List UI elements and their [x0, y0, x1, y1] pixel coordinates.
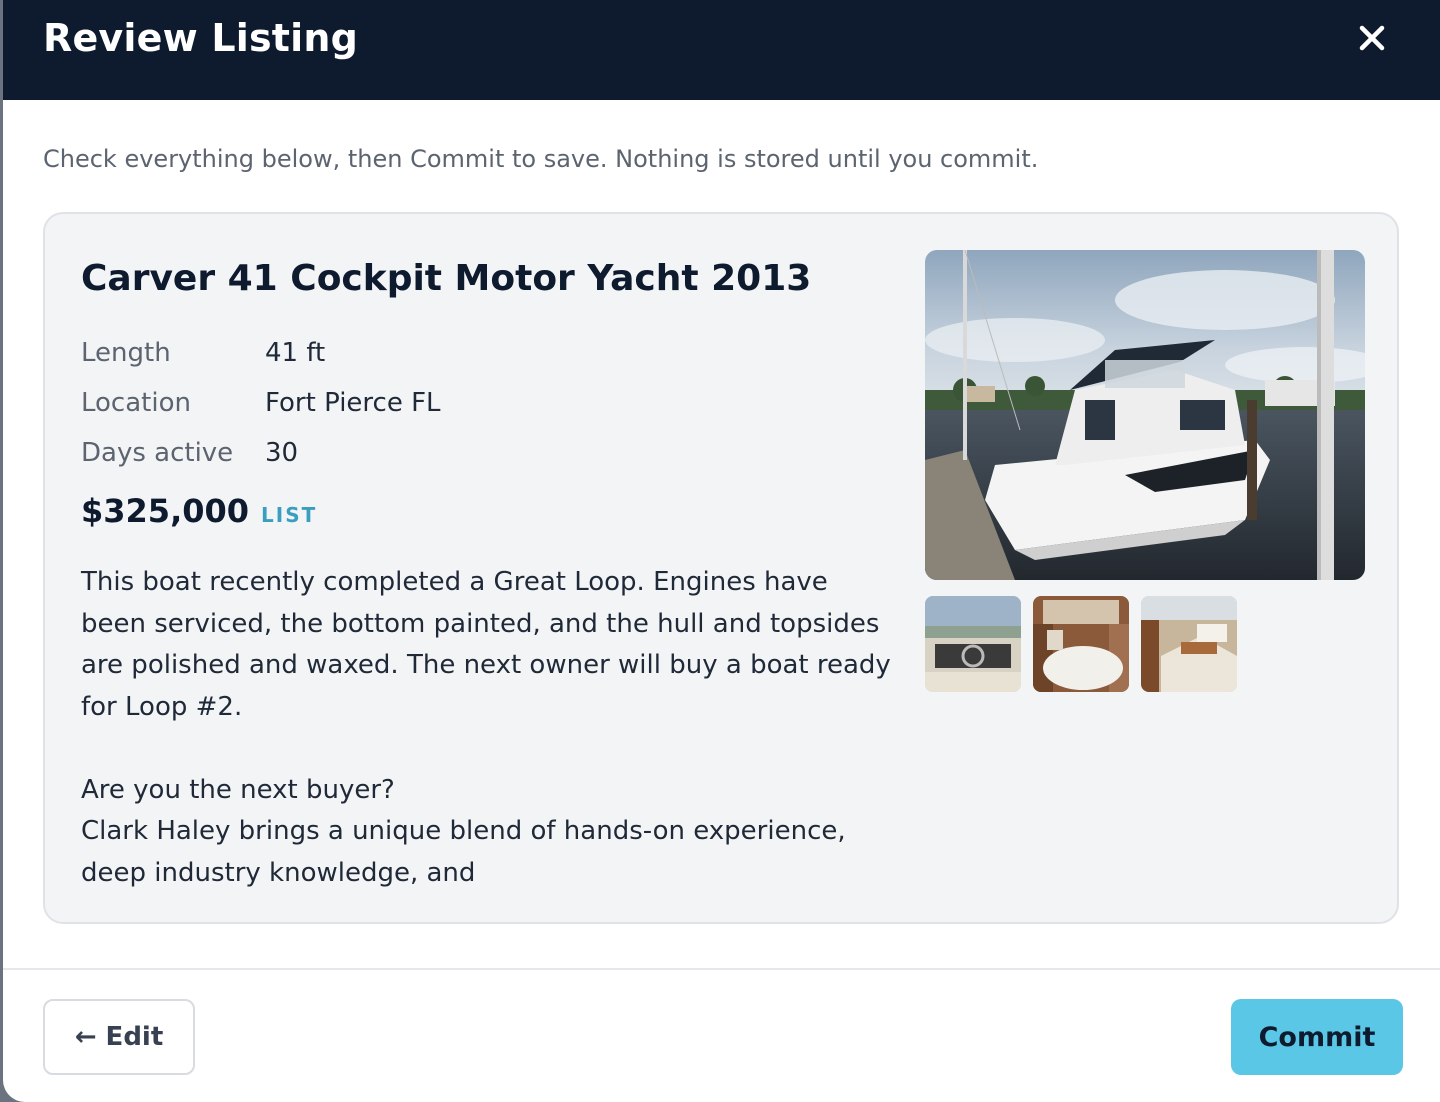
- main-yacht-photo[interactable]: [925, 250, 1365, 580]
- thumbnail-salon[interactable]: [1141, 596, 1237, 692]
- edit-button[interactable]: ← Edit: [43, 999, 195, 1075]
- spec-row-location: Location Fort Pierce FL: [81, 378, 441, 428]
- review-listing-modal: Review Listing Check everything below, t…: [3, 0, 1440, 1102]
- listing-preview-card: Carver 41 Cockpit Motor Yacht 2013 Lengt…: [43, 212, 1399, 924]
- footer-divider: [3, 968, 1440, 970]
- close-icon: [1359, 25, 1385, 51]
- modal-title: Review Listing: [43, 16, 359, 60]
- listing-price: $325,000: [81, 492, 250, 530]
- spec-row-length: Length 41 ft: [81, 328, 441, 378]
- thumbnail-cabin[interactable]: [1033, 596, 1129, 692]
- listing-specs: Length 41 ft Location Fort Pierce FL Day…: [81, 328, 441, 478]
- spec-label: Length: [81, 338, 171, 368]
- intro-text: Check everything below, then Commit to s…: [43, 145, 1039, 173]
- listing-description: This boat recently completed a Great Loo…: [81, 567, 891, 888]
- spec-label: Days active: [81, 438, 234, 468]
- close-button[interactable]: [1352, 18, 1392, 58]
- photo-thumbnails: [925, 596, 1237, 692]
- commit-button[interactable]: Commit: [1231, 999, 1403, 1075]
- listing-title: Carver 41 Cockpit Motor Yacht 2013: [81, 258, 812, 299]
- price-row: $325,000 LIST: [81, 492, 317, 530]
- modal-header: Review Listing: [3, 0, 1440, 100]
- price-type-badge: LIST: [261, 503, 318, 527]
- spec-label: Location: [81, 388, 191, 418]
- spec-row-days-active: Days active 30: [81, 428, 441, 478]
- spec-value: 30: [265, 438, 299, 468]
- spec-value: 41 ft: [265, 338, 326, 368]
- thumbnail-helm[interactable]: [925, 596, 1021, 692]
- spec-value: Fort Pierce FL: [265, 388, 441, 418]
